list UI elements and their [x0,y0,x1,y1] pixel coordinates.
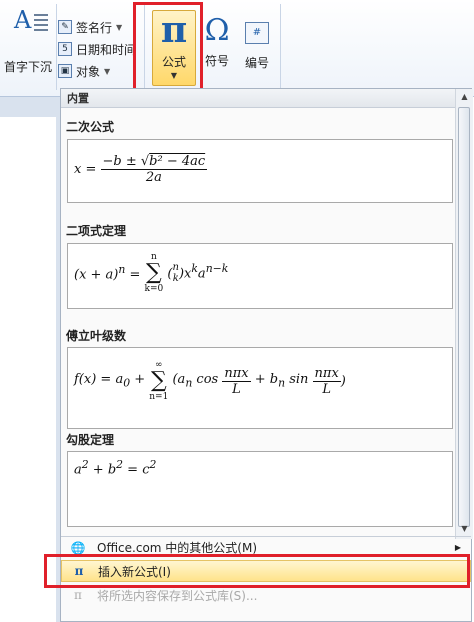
scroll-thumb[interactable] [458,107,470,527]
drop-cap-icon: A [14,6,32,34]
sum-sign: n ∑ k=0 [144,252,164,294]
section-title: 二项式定理 [66,224,127,238]
scroll-down-icon[interactable]: ▼ [456,521,473,537]
fourier-series-item[interactable]: f(x) = a0 + ∞ ∑ n=1 (an cos nπx L + bn sin … [67,347,453,429]
date-time-button[interactable]: 5 日期和时间 [58,40,136,58]
section-title: 二次公式 [66,120,115,134]
sum-sign: ∞ ∑ n=1 [149,360,169,402]
section-title: 傅立叶级数 [66,329,127,343]
save-selection-label: 将所选内容保存到公式库(S)... [97,588,258,603]
quadratic-formula-item[interactable]: x = −b ± √b² − 4ac 2a [67,139,453,203]
signature-line-label: 签名行 [76,20,113,35]
number-label: 编号 [244,56,269,70]
gallery-header: 内置 [61,89,471,108]
object-button[interactable]: ▣ 对象 ▼ [58,62,110,80]
number-button[interactable]: # 编号 [240,18,274,84]
ribbon-separator [56,4,57,90]
highlight-box [133,2,203,97]
calendar-icon: 5 [58,42,72,56]
quadratic-formula: x = −b ± √b² − 4ac 2a [74,154,208,185]
drop-cap-lines-icon [34,14,48,34]
document-page [0,117,56,622]
number-icon: # [245,22,269,44]
symbol-button[interactable]: Ω 符号 [198,14,236,84]
chevron-right-icon: ▶ [454,543,461,552]
fraction: −b ± √b² − 4ac 2a [100,154,208,185]
scroll-up-icon[interactable]: ▲ [456,89,473,105]
document-area [0,97,60,622]
chevron-down-icon[interactable]: ▼ [116,23,122,32]
chevron-down-icon[interactable]: ▼ [104,67,110,76]
signature-icon: ✎ [58,20,72,34]
gallery-scrollbar[interactable]: ▲ ▼ [455,89,473,539]
equation-gallery: 内置 二次公式 x = −b ± √b² − 4ac 2a 二项式定理 (x +… [60,88,473,622]
drop-cap-button[interactable]: A 首字下沉 [4,6,56,86]
drop-cap-label: 首字下沉 [4,60,53,74]
highlight-box [44,554,470,588]
object-label: 对象 [76,64,101,79]
pythagorean-theorem-item[interactable]: a2 + b2 = c2 [67,451,453,527]
ribbon-separator [280,4,281,90]
binomial-theorem: (x + a)n = n ∑ k=0 (n k)xkan−k [74,252,229,294]
pythagorean-theorem: a2 + b2 = c2 [74,458,157,478]
signature-line-button[interactable]: ✎ 签名行 ▼ [58,18,122,36]
ribbon: A 首字下沉 ✎ 签名行 ▼ 5 日期和时间 ▣ 对象 ▼ π 公式 ▼ Ω 符… [0,0,474,97]
binomial-theorem-item[interactable]: (x + a)n = n ∑ k=0 (n k)xkan−k [67,243,453,309]
fourier-series: f(x) = a0 + ∞ ∑ n=1 (an cos nπx L + bn sin … [74,360,346,402]
section-title: 勾股定理 [66,433,115,447]
date-time-label: 日期和时间 [76,42,137,57]
object-icon: ▣ [58,64,72,78]
symbol-label: 符号 [204,54,229,68]
omega-icon: Ω [204,13,230,48]
save-to-gallery-icon: π [74,588,82,602]
